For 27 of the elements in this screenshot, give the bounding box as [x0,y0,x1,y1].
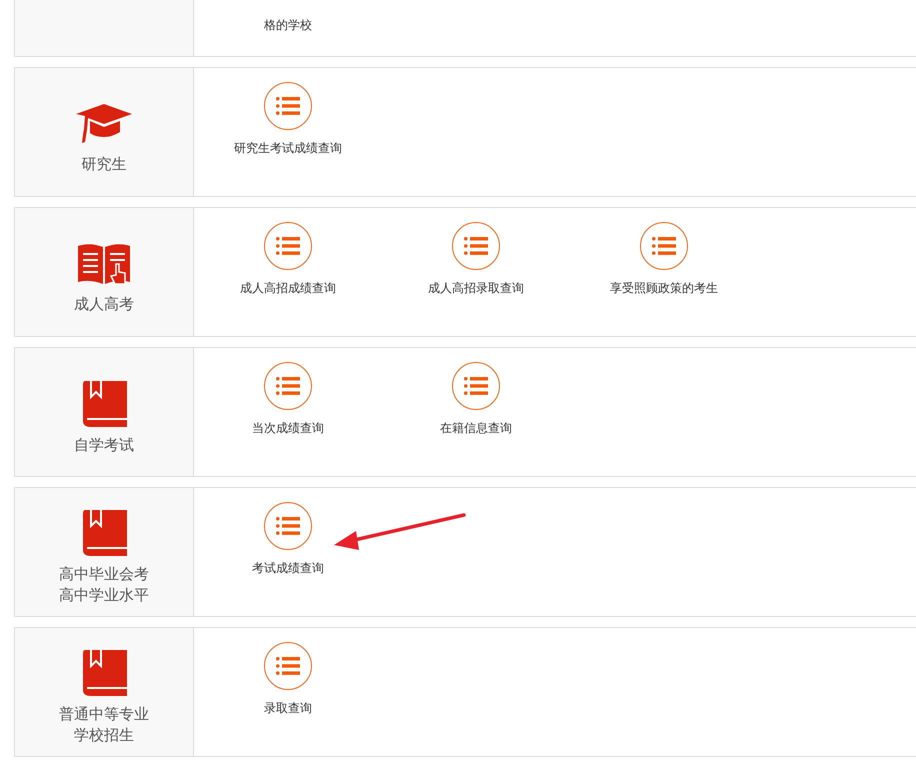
list-icon[interactable] [452,362,500,410]
list-icon[interactable] [640,222,688,270]
category-label: 自学考试 [74,434,134,456]
query-link[interactable]: 考试成绩查询 [252,560,324,577]
graduation-cap-icon [75,102,133,146]
book-icon [81,380,127,426]
category-label: 高中毕业会考 高中学业水平 [59,564,149,606]
list-icon[interactable] [264,222,312,270]
list-icon[interactable] [264,502,312,550]
list-icon[interactable] [264,642,312,690]
category-label: 普通中等专业 学校招生 [59,704,149,746]
list-icon[interactable] [264,362,312,410]
book-icon [81,510,127,556]
query-link[interactable]: 当次成绩查询 [252,420,324,437]
query-link[interactable]: 格的学校 [264,17,312,34]
query-link[interactable]: 在籍信息查询 [440,420,512,437]
category-label: 研究生 [82,154,126,174]
query-link[interactable]: 成人高招录取查询 [428,280,524,297]
query-link[interactable]: 研究生考试成绩查询 [234,140,342,157]
query-link[interactable]: 享受照顾政策的考生 [610,280,718,297]
list-icon[interactable] [452,222,500,270]
category-label: 成人高考 [74,294,134,314]
query-link[interactable]: 成人高招成绩查询 [240,280,336,297]
list-icon[interactable] [264,82,312,130]
query-link[interactable]: 录取查询 [264,700,312,717]
open-book-icon [76,242,132,286]
book-icon [81,650,127,696]
